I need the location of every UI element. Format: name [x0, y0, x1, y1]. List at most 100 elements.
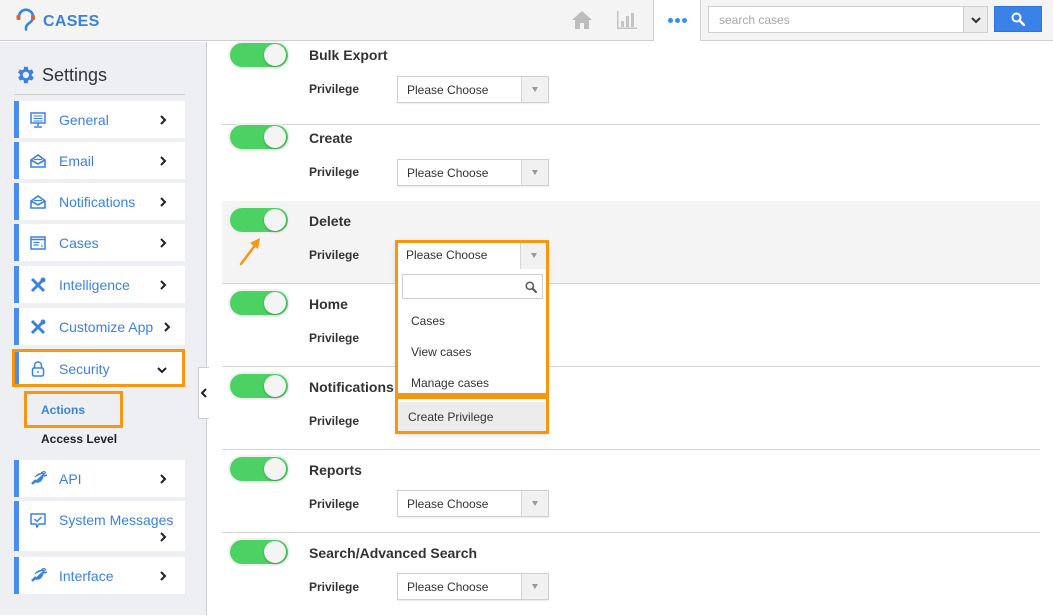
dropdown-arrow-icon	[520, 241, 547, 269]
search-button[interactable]	[994, 6, 1042, 32]
sidebar-item-customize-app[interactable]: Customize App	[14, 308, 185, 345]
privilege-label: Privilege	[309, 331, 360, 345]
sidebar-item-label: API	[59, 470, 82, 487]
chevron-left-icon	[201, 388, 207, 398]
enable-toggle[interactable]	[230, 208, 288, 232]
dropdown-arrow-icon	[521, 491, 548, 516]
enable-toggle[interactable]	[230, 125, 288, 149]
privilege-label: Privilege	[309, 414, 360, 428]
sidebar-item-label: Interface	[59, 567, 114, 584]
privilege-select[interactable]: Please Choose	[397, 573, 549, 600]
privilege-label: Privilege	[309, 165, 360, 179]
enable-toggle[interactable]	[230, 374, 288, 398]
lock-icon	[29, 360, 47, 378]
sidebar-subitem-actions[interactable]: Actions	[41, 403, 85, 417]
settings-sidebar: Settings General Email Notifications Cas…	[0, 42, 207, 615]
dropdown-option[interactable]: Manage cases	[397, 367, 547, 398]
headset-logo-icon	[15, 7, 37, 36]
select-value: Please Choose	[407, 497, 489, 511]
bar-chart-icon[interactable]	[615, 8, 639, 32]
privilege-select[interactable]: Please Choose	[397, 76, 549, 103]
search-input[interactable]	[709, 7, 963, 32]
sidebar-item-label: System Messages	[59, 512, 174, 528]
plug-icon	[29, 470, 47, 488]
sidebar-item-general[interactable]: General	[14, 101, 185, 138]
sidebar-item-cases[interactable]: Cases	[14, 224, 185, 261]
privilege-select[interactable]: Please Choose	[397, 490, 549, 517]
sidebar-item-notifications[interactable]: Notifications	[14, 183, 185, 220]
settings-heading: Settings	[14, 64, 107, 86]
sidebar-item-api[interactable]: API	[14, 460, 185, 497]
dropdown-arrow-icon	[521, 574, 548, 599]
chevron-down-icon	[970, 16, 981, 23]
chevron-right-icon	[160, 153, 167, 169]
actions-list: Bulk Export Privilege Please Choose Crea…	[222, 42, 1040, 615]
chevron-right-icon	[160, 529, 167, 545]
search-filter-dropdown[interactable]	[963, 7, 987, 32]
enable-toggle[interactable]	[230, 291, 288, 315]
privilege-dropdown-open: Please Choose Cases View cases Manage ca…	[397, 241, 547, 432]
action-row: Search/Advanced Search Privilege Please …	[222, 533, 1040, 616]
enable-toggle[interactable]	[230, 457, 288, 481]
search-icon	[1011, 12, 1025, 26]
sidebar-item-system-messages[interactable]: System Messages	[14, 501, 185, 551]
app-brand[interactable]: CASES	[15, 7, 100, 36]
privilege-label: Privilege	[309, 580, 360, 594]
sidebar-item-label: Email	[59, 152, 95, 169]
action-title: Delete	[309, 213, 352, 229]
gear-icon	[18, 66, 34, 84]
chevron-right-icon	[160, 112, 167, 128]
monitor-icon	[29, 111, 47, 129]
privilege-label: Privilege	[309, 82, 360, 96]
annotation-arrow-icon	[238, 236, 264, 271]
enable-toggle[interactable]	[230, 43, 288, 67]
action-title: Create	[309, 130, 353, 146]
dropdown-option[interactable]: Cases	[397, 305, 547, 336]
sidebar-item-security[interactable]: Security	[14, 350, 185, 387]
tools-icon	[29, 318, 47, 336]
sidebar-item-email[interactable]: Email	[14, 142, 185, 179]
chevron-right-icon	[160, 471, 167, 487]
privilege-label: Privilege	[309, 497, 360, 511]
sidebar-item-label: Notifications	[59, 193, 136, 210]
message-check-icon	[29, 512, 47, 530]
action-row: Reports Privilege Please Choose	[222, 450, 1040, 533]
select-value: Please Choose	[406, 248, 488, 262]
collapse-sidebar-button[interactable]	[198, 367, 209, 419]
more-dots-icon[interactable]	[653, 0, 701, 41]
sidebar-item-label: Cases	[59, 234, 99, 251]
sidebar-item-interface[interactable]: Interface	[14, 557, 185, 594]
privilege-select[interactable]: Please Choose	[397, 241, 547, 269]
settings-title: Settings	[42, 64, 108, 85]
enable-toggle[interactable]	[230, 540, 288, 564]
action-title: Home	[309, 296, 348, 312]
action-row: Home Privilege	[222, 284, 1040, 367]
search-box	[708, 6, 988, 33]
search-icon	[525, 280, 537, 298]
privilege-label: Privilege	[309, 248, 360, 262]
sidebar-item-label: Security	[59, 360, 110, 377]
action-title: Bulk Export	[309, 47, 388, 63]
app-name: CASES	[43, 12, 100, 30]
sidebar-item-label: Intelligence	[59, 276, 130, 293]
sidebar-item-label: Customize App	[59, 318, 154, 335]
dropdown-option[interactable]: View cases	[397, 336, 547, 367]
action-title: Search/Advanced Search	[309, 545, 478, 561]
action-title: Reports	[309, 462, 362, 478]
privilege-select[interactable]: Please Choose	[397, 159, 549, 186]
action-row: Notifications Privilege	[222, 367, 1040, 450]
select-value: Please Choose	[407, 166, 489, 180]
dropdown-arrow-icon	[521, 160, 548, 185]
chevron-right-icon	[160, 194, 167, 210]
sidebar-item-intelligence[interactable]: Intelligence	[14, 266, 185, 303]
select-value: Please Choose	[407, 83, 489, 97]
sidebar-subitem-access-level[interactable]: Access Level	[41, 432, 117, 446]
envelope-open-icon	[29, 152, 47, 170]
plug-icon	[29, 567, 47, 585]
sidebar-item-label: General	[59, 111, 109, 128]
tools-icon	[29, 276, 47, 294]
action-row: Bulk Export Privilege Please Choose	[222, 42, 1040, 125]
create-privilege-option[interactable]: Create Privilege	[397, 402, 547, 432]
dropdown-search-input[interactable]	[403, 275, 542, 298]
home-icon[interactable]	[570, 8, 594, 32]
